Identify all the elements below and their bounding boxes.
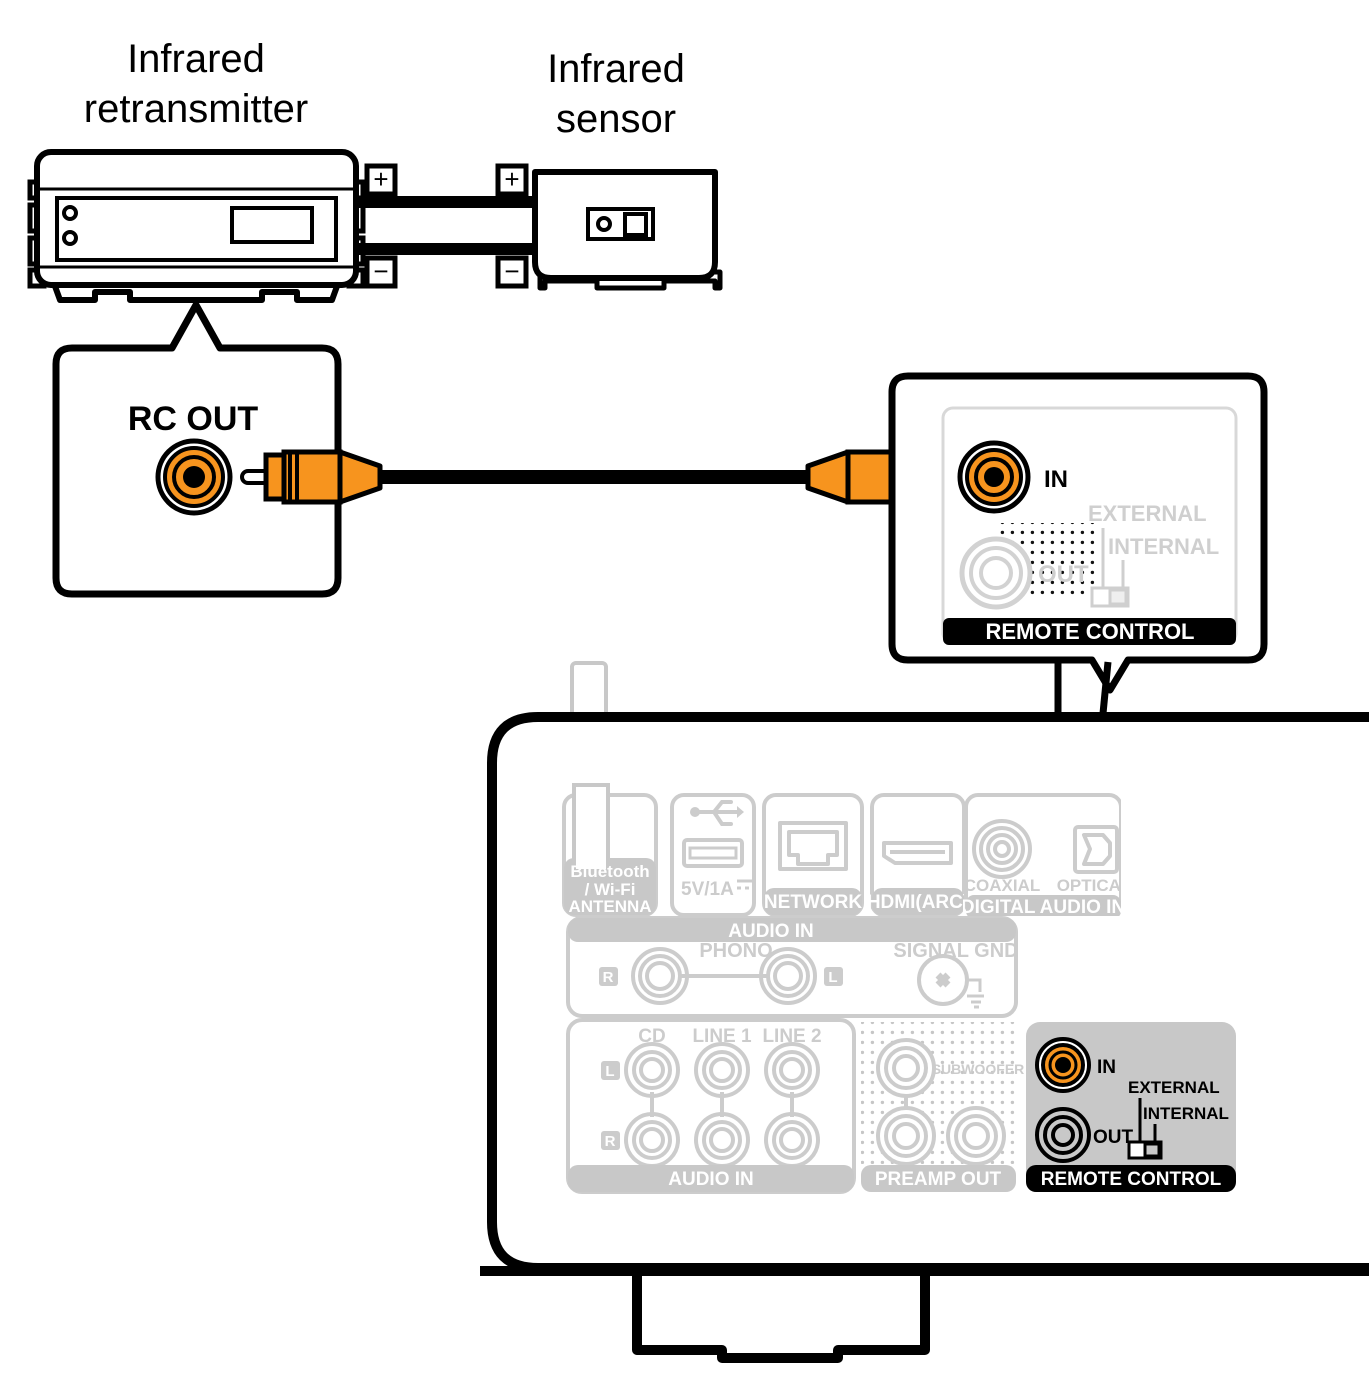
- infrared-retransmitter: [27, 149, 366, 303]
- antenna-label-line1: Bluetooth: [570, 862, 649, 881]
- receiver: Bluetooth / Wi-Fi ANTENNA 5V/1A NETWORK …: [480, 661, 1369, 1363]
- optical-label: OPTICAL: [1057, 876, 1132, 895]
- rca-cable-body: [372, 470, 814, 484]
- callout-external-label: EXTERNAL: [1088, 501, 1207, 526]
- sensor-minus-label: −: [504, 256, 519, 286]
- hdmi-label: HDMI(ARC): [867, 892, 969, 913]
- audio-in-row-right: R: [605, 1133, 616, 1150]
- sensor-title-line1: Infrared: [547, 47, 685, 91]
- retransmitter-title-line1: Infrared: [127, 37, 265, 81]
- sensor-title: Infrared sensor: [547, 47, 685, 141]
- coaxial-label: COAXIAL: [964, 876, 1041, 895]
- receiver-internal-label: INTERNAL: [1143, 1104, 1229, 1123]
- remote-control-callout: IN OUT EXTERNAL INTERNAL REMOTE CONTROL: [888, 372, 1268, 694]
- retransmitter-led-1: [62, 205, 78, 221]
- connector-digital-audio-in[interactable]: COAXIAL OPTICAL DIGITAL AUDIO IN: [961, 793, 1132, 919]
- connector-network[interactable]: NETWORK: [762, 793, 864, 917]
- diagram-canvas: Infrared retransmitter Infrared sensor +…: [0, 0, 1369, 1382]
- audio-in-block[interactable]: CD LINE 1 LINE 2 L R AUDIO IN: [566, 1018, 856, 1194]
- phono-label: PHONO: [699, 940, 772, 962]
- retransmitter-title-line2: retransmitter: [84, 87, 309, 131]
- connector-antenna[interactable]: Bluetooth / Wi-Fi ANTENNA: [562, 783, 658, 917]
- audio-in-row-left: L: [605, 1063, 614, 1080]
- receiver-out-label: OUT: [1093, 1127, 1134, 1148]
- callout-internal-label: INTERNAL: [1108, 534, 1219, 559]
- phono-left-label: L: [828, 969, 837, 986]
- connector-usb[interactable]: 5V/1A: [670, 793, 756, 917]
- sensor-led-icon: [596, 216, 612, 232]
- sensor-window-icon: [623, 212, 648, 237]
- retransmitter-display: [230, 206, 314, 244]
- digital-audio-in-label: DIGITAL AUDIO IN: [961, 897, 1125, 918]
- callout-mode-switch[interactable]: [1090, 586, 1130, 608]
- callout-out-label: OUT: [1038, 561, 1089, 588]
- usb-label: 5V/1A: [681, 879, 734, 900]
- retransmitter-led-2: [62, 230, 78, 246]
- phono-right-label: R: [603, 969, 614, 986]
- retransmitter-minus-label: −: [373, 256, 388, 286]
- receiver-external-label: EXTERNAL: [1128, 1078, 1220, 1097]
- receiver-mode-switch[interactable]: [1127, 1140, 1163, 1160]
- terminal-markers: + − + −: [364, 163, 529, 289]
- callout-in-jack[interactable]: [957, 440, 1031, 514]
- sensor-title-line2: sensor: [556, 97, 676, 141]
- retransmitter-plus-label: +: [373, 164, 388, 194]
- connector-hdmi[interactable]: HDMI(ARC): [867, 793, 969, 917]
- sensor-wire-pair: [356, 196, 536, 255]
- preamp-out-block[interactable]: SUBWOOFER PREAMP OUT: [861, 1022, 1024, 1192]
- retransmitter-title: Infrared retransmitter: [84, 37, 309, 131]
- receiver-remote-footer-label: REMOTE CONTROL: [1041, 1169, 1222, 1190]
- infrared-sensor: [532, 169, 723, 291]
- callout-out-jack[interactable]: [959, 536, 1033, 610]
- receiver-stand: [632, 1265, 930, 1363]
- callout-footer-label: REMOTE CONTROL: [986, 619, 1195, 644]
- phono-block-header: AUDIO IN: [728, 921, 814, 942]
- receiver-in-label: IN: [1097, 1057, 1116, 1078]
- rc-out-label: RC OUT: [128, 400, 259, 438]
- receiver-remote-control-panel[interactable]: IN OUT EXTERNAL INTERNAL REMOTE CONTROL: [1026, 1022, 1236, 1192]
- antenna-label-line3: ANTENNA: [568, 897, 651, 916]
- subwoofer-label: SUBWOOFER: [932, 1061, 1025, 1077]
- phono-block[interactable]: AUDIO IN PHONO SIGNAL GND R L: [566, 916, 1019, 1018]
- wire-positive: [356, 196, 536, 208]
- network-label: NETWORK: [764, 892, 862, 913]
- rca-cable: [240, 449, 950, 505]
- preamp-out-footer: PREAMP OUT: [875, 1169, 1002, 1190]
- callout-in-label: IN: [1044, 466, 1068, 493]
- rc-out-jack: [155, 438, 233, 516]
- wire-negative: [356, 243, 536, 255]
- audio-in-footer: AUDIO IN: [668, 1169, 754, 1190]
- sensor-plus-label: +: [504, 164, 519, 194]
- receiver-in-jack[interactable]: [1035, 1037, 1091, 1093]
